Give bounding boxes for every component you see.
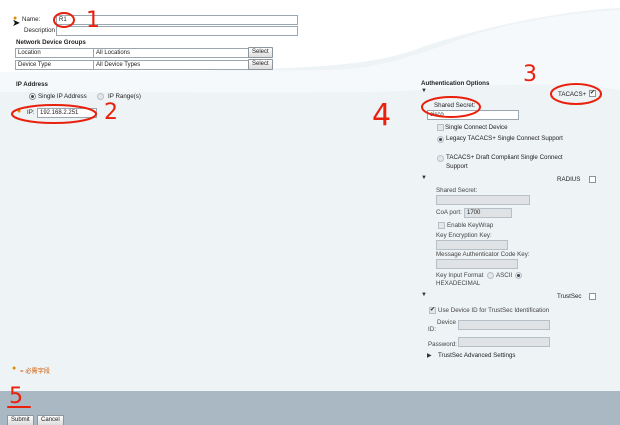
device-type-input[interactable]: All Device Types [93, 60, 250, 70]
radius-collapse-icon[interactable]: ▼ [421, 175, 427, 181]
keywrap-checkbox[interactable] [438, 222, 445, 229]
single-connect-label: Single Connect Device [445, 124, 508, 131]
draft-single-connect-radio[interactable] [437, 155, 444, 162]
radius-shared-secret-input[interactable] [436, 195, 530, 205]
device-id-input[interactable] [458, 320, 550, 330]
ip-range-radio[interactable] [97, 93, 104, 100]
location-input[interactable]: All Locations [93, 48, 250, 58]
annotation-number-2: 2 [104, 100, 118, 125]
trustsec-collapse-icon[interactable]: ▼ [421, 292, 427, 298]
tacacs-collapse-icon[interactable]: ▼ [421, 88, 427, 94]
ip-input[interactable]: 192.168.2.251 [37, 108, 97, 118]
auth-heading: Authentication Options [421, 80, 490, 87]
single-connect-checkbox[interactable] [437, 124, 444, 131]
single-ip-label: Single IP Address [38, 93, 87, 100]
legacy-single-connect-radio[interactable] [437, 136, 444, 143]
ip-range-label: IP Range(s) [108, 93, 141, 100]
tacacs-checkbox[interactable] [589, 89, 596, 97]
draft-single-connect-label: TACACS+ Draft Compliant Single Connect S… [446, 154, 563, 170]
description-label: Description [24, 27, 55, 34]
use-device-id-checkbox[interactable] [429, 306, 436, 314]
radius-shared-secret-label: Shared Secret: [436, 187, 478, 194]
coa-port-label: CoA port: [436, 209, 462, 216]
legacy-single-connect-label: Legacy TACACS+ Single Connect Support [446, 135, 563, 142]
mouse-cursor-icon: ➤ [12, 18, 21, 29]
ascii-label: ASCII [496, 272, 513, 279]
device-id-label-1: Device [437, 319, 456, 326]
required-field-note: = 必需字段 [20, 368, 51, 375]
tacacs-label: TACACS+ [558, 91, 587, 98]
mac-key-label: Message Authenticator Code Key: [436, 251, 530, 258]
ascii-radio[interactable] [487, 272, 494, 279]
use-device-id-label: Use Device ID for TrustSec Identificatio… [438, 307, 550, 314]
key-input-format-label: Key Input Format [436, 272, 484, 279]
device-type-label-box: Device Type [15, 60, 94, 70]
trustsec-label: TrustSec [557, 293, 582, 300]
device-type-select-button[interactable]: Select [248, 59, 273, 70]
tacacs-shared-secret-input[interactable]: cisco [427, 110, 519, 120]
required-star-icon: ● [17, 108, 22, 115]
location-label-box: Location [15, 48, 94, 58]
single-ip-radio[interactable] [29, 93, 36, 100]
ip-heading: IP Address [16, 81, 48, 88]
trustsec-password-input[interactable] [458, 337, 550, 347]
trustsec-advanced-label[interactable]: TrustSec Advanced Settings [438, 352, 516, 359]
keywrap-label: Enable KeyWrap [447, 222, 494, 229]
name-label: Name: [22, 16, 41, 23]
trustsec-advanced-expand-icon[interactable]: ▶ [427, 352, 432, 359]
hexadecimal-label: HEXADECIMAL [436, 280, 481, 287]
trustsec-password-label: Password: [428, 341, 457, 348]
key-encryption-input[interactable] [436, 240, 508, 250]
device-form-page: ● Name: R1 ➤ Description Network Device … [0, 0, 620, 425]
annotation-number-1: 1 [86, 8, 100, 33]
device-id-label-2: ID: [428, 326, 436, 333]
annotation-number-5: 5 [9, 384, 23, 409]
annotation-number-4: 4 [372, 98, 392, 133]
mac-key-input[interactable] [436, 259, 518, 269]
coa-port-input[interactable]: 1700 [464, 208, 512, 218]
radius-label: RADIUS [557, 176, 581, 183]
hexadecimal-radio[interactable] [515, 272, 522, 279]
key-encryption-label: Key Encryption Key: [436, 232, 492, 239]
cancel-button[interactable]: Cancel [37, 415, 64, 425]
radius-checkbox[interactable] [589, 176, 596, 183]
submit-button[interactable]: Submit [7, 415, 34, 425]
required-star-icon: ● [12, 365, 17, 372]
tacacs-shared-secret-label: Shared Secret: [434, 102, 476, 109]
trustsec-checkbox[interactable] [589, 293, 596, 300]
annotation-number-3: 3 [523, 62, 537, 87]
bottom-bar [0, 391, 620, 425]
ip-label: IP: [27, 109, 35, 116]
location-select-button[interactable]: Select [248, 47, 273, 58]
ndg-heading: Network Device Groups [16, 39, 86, 46]
